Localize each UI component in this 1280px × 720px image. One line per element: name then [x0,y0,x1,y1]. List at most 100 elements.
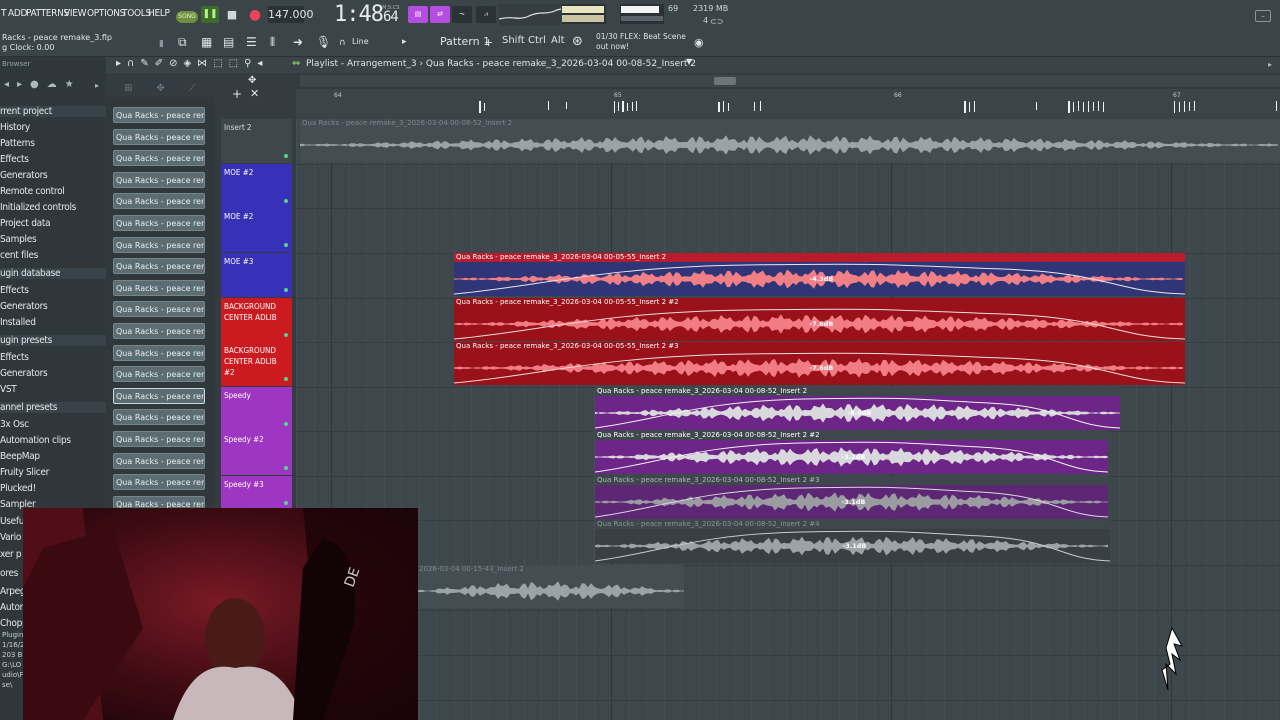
clip-source-button[interactable]: Qua Racks - peace remak [113,107,205,123]
mixer-icon[interactable]: ⫴ [270,35,286,51]
scroll-right-icon[interactable]: ▸ [1268,60,1272,69]
browser-item[interactable]: Effects [0,352,29,363]
browser-item[interactable]: Project data [0,218,51,229]
clip-source-button[interactable]: Qua Racks - peace remak [113,258,205,275]
menu-help[interactable]: HELP [148,8,170,19]
clip-source-button[interactable]: Qua Racks - peace remak [113,474,205,491]
clip-source-button[interactable]: Qua Racks - peace remak [113,431,205,447]
lock-icon[interactable]: ▮ [159,39,167,49]
track-header[interactable]: MOE #2 [221,164,292,208]
wait-input-icon[interactable]: ⏦ [452,6,472,23]
shift-key[interactable]: Shift [502,35,525,51]
song-mode-toggle[interactable]: SONG [176,11,198,23]
track-header[interactable]: BACKGROUND CENTER ADLIB #2 [221,342,292,386]
clip-list-tool-icons[interactable]: ⊞✥⟋ [124,83,220,94]
clip-source-button[interactable]: Qua Racks - peace remak [113,128,205,145]
clip-source-button[interactable]: Qua Racks - peace remak [113,150,205,167]
menu-tools[interactable]: TOOLS [122,8,151,19]
plugin-picker-icon[interactable]: ➜ [293,35,309,51]
menu-file[interactable]: T [1,8,7,19]
clip-source-button[interactable]: Qua Racks - peace remak [113,366,205,383]
track-header[interactable]: BACKGROUND CENTER ADLIB [221,298,292,342]
menu-add[interactable]: ADD [8,8,27,19]
stop-button[interactable]: ■ [224,6,240,23]
track-led-icon[interactable] [284,199,288,203]
track-led-icon[interactable] [284,154,288,158]
track-led-icon[interactable] [284,377,288,381]
browser-item[interactable]: Vario [0,532,21,543]
browser-item[interactable]: Fruity Slicer [0,467,49,478]
clip-source-button[interactable]: Qua Racks - peace remak [113,215,205,231]
horizontal-scrollbar[interactable] [300,75,1280,87]
clip-source-button[interactable]: Qua Racks - peace remak [113,323,205,339]
pattern-song-mode-icon[interactable]: ▤ [408,6,428,23]
browser-item[interactable]: History [0,122,30,133]
breadcrumb-dropdown-icon[interactable]: ▼ [686,57,692,66]
ctrl-key[interactable]: Ctrl [528,35,546,51]
record-button[interactable]: ● [246,6,264,24]
browser-item[interactable]: Remote control [0,186,65,197]
add-track-icon[interactable]: + [232,87,242,101]
track-header[interactable]: Speedy #3 [221,476,292,510]
browser-item[interactable]: xer p [0,549,22,560]
track-header[interactable]: Speedy #2 [221,431,292,475]
audio-clip[interactable]: 2026-03-04 00-15-43_Insert 2 [417,565,684,608]
track-led-icon[interactable] [284,501,288,505]
browser-item[interactable]: Patterns [0,138,35,149]
track-led-icon[interactable] [284,288,288,292]
audio-clip[interactable]: Qua Racks - peace remake_3_2026-03-04 00… [595,476,1108,519]
browser-item[interactable]: Generators [0,301,48,312]
alt-key[interactable]: Alt [551,35,565,51]
close-icon[interactable]: ✕ [250,87,259,100]
microphone-icon[interactable]: 🎙 [316,35,332,51]
menu-patterns[interactable]: PATTERNS [26,8,69,19]
track-led-icon[interactable] [284,243,288,247]
audio-clip[interactable]: Qua Racks - peace remake_3_2026-03-04 00… [595,520,1110,563]
browser-item[interactable]: ugin presets [0,335,106,346]
browser-item[interactable]: ores [0,568,18,579]
track-header[interactable]: Speedy [221,387,292,431]
track-led-icon[interactable] [284,422,288,426]
channel-rack-icon[interactable]: ☰ [246,35,262,51]
track-led-icon[interactable] [284,466,288,470]
metronome-icon[interactable]: ⩘ [476,6,496,23]
browser-item[interactable]: Installed [0,317,36,328]
browser-item[interactable]: Usefu [0,516,24,527]
track-header[interactable]: MOE #3 [221,253,292,297]
menu-options[interactable]: OPTIONS [87,8,125,19]
pattern-prev-icon[interactable]: ▸ [402,37,407,47]
snap-magnet-icon[interactable]: ⧉ [178,35,194,51]
browser-item[interactable]: annel presets [0,402,106,413]
clip-source-button[interactable]: Qua Racks - peace remak [113,452,205,469]
track-header[interactable]: Insert 2 [221,119,292,163]
audio-clip[interactable]: Qua Racks - peace remake_3_2026-03-04 00… [454,253,1185,296]
clip-source-button[interactable]: Qua Racks - peace remak [113,387,205,404]
browser-item[interactable]: VST [0,384,17,395]
online-icon[interactable]: ◉ [694,36,704,49]
browser-item[interactable]: Samples [0,234,37,245]
browser-item[interactable]: Effects [0,154,29,165]
clip-source-button[interactable]: Qua Racks - peace remak [113,409,205,426]
browser-item[interactable]: Arpeg [0,586,26,597]
snap-select[interactable]: Line [352,37,369,46]
browser-arrow-icon[interactable]: ▸ [95,81,99,90]
minimize-icon[interactable]: – [1255,10,1271,22]
clip-source-button[interactable]: Qua Racks - peace remak [113,193,205,210]
news-ticker[interactable]: 01/30 FLEX: Beat Scene out now! [596,32,686,52]
browser-item[interactable]: Generators [0,368,48,379]
audio-clip[interactable]: Qua Racks - peace remake_3_2026-03-04 00… [454,342,1185,385]
browser-item[interactable]: ugin database [0,268,106,279]
browser-item[interactable]: cent files [0,250,38,261]
clip-source-button[interactable]: Qua Racks - peace remak [113,171,205,188]
playlist-icon[interactable]: ▦ [201,35,217,51]
piano-roll-icon[interactable]: ▤ [223,35,239,51]
audio-clip[interactable]: Qua Racks - peace remake_3_2026-03-04 00… [454,298,1185,341]
menu-view[interactable]: VIEW [64,8,86,19]
browser-item[interactable]: Automation clips [0,435,71,446]
browser-item[interactable]: rrent project [0,106,106,117]
browser-item[interactable]: Plucked! [0,483,36,494]
browser-toolbar-icons[interactable]: ◂▸●☁★ [4,79,82,90]
play-button[interactable]: ❚❚ [201,6,219,23]
audio-clip[interactable]: Qua Racks - peace remake_3_2026-03-04 00… [300,119,1280,162]
audio-clip[interactable]: Qua Racks - peace remake_3_2026-03-04 00… [595,431,1108,474]
